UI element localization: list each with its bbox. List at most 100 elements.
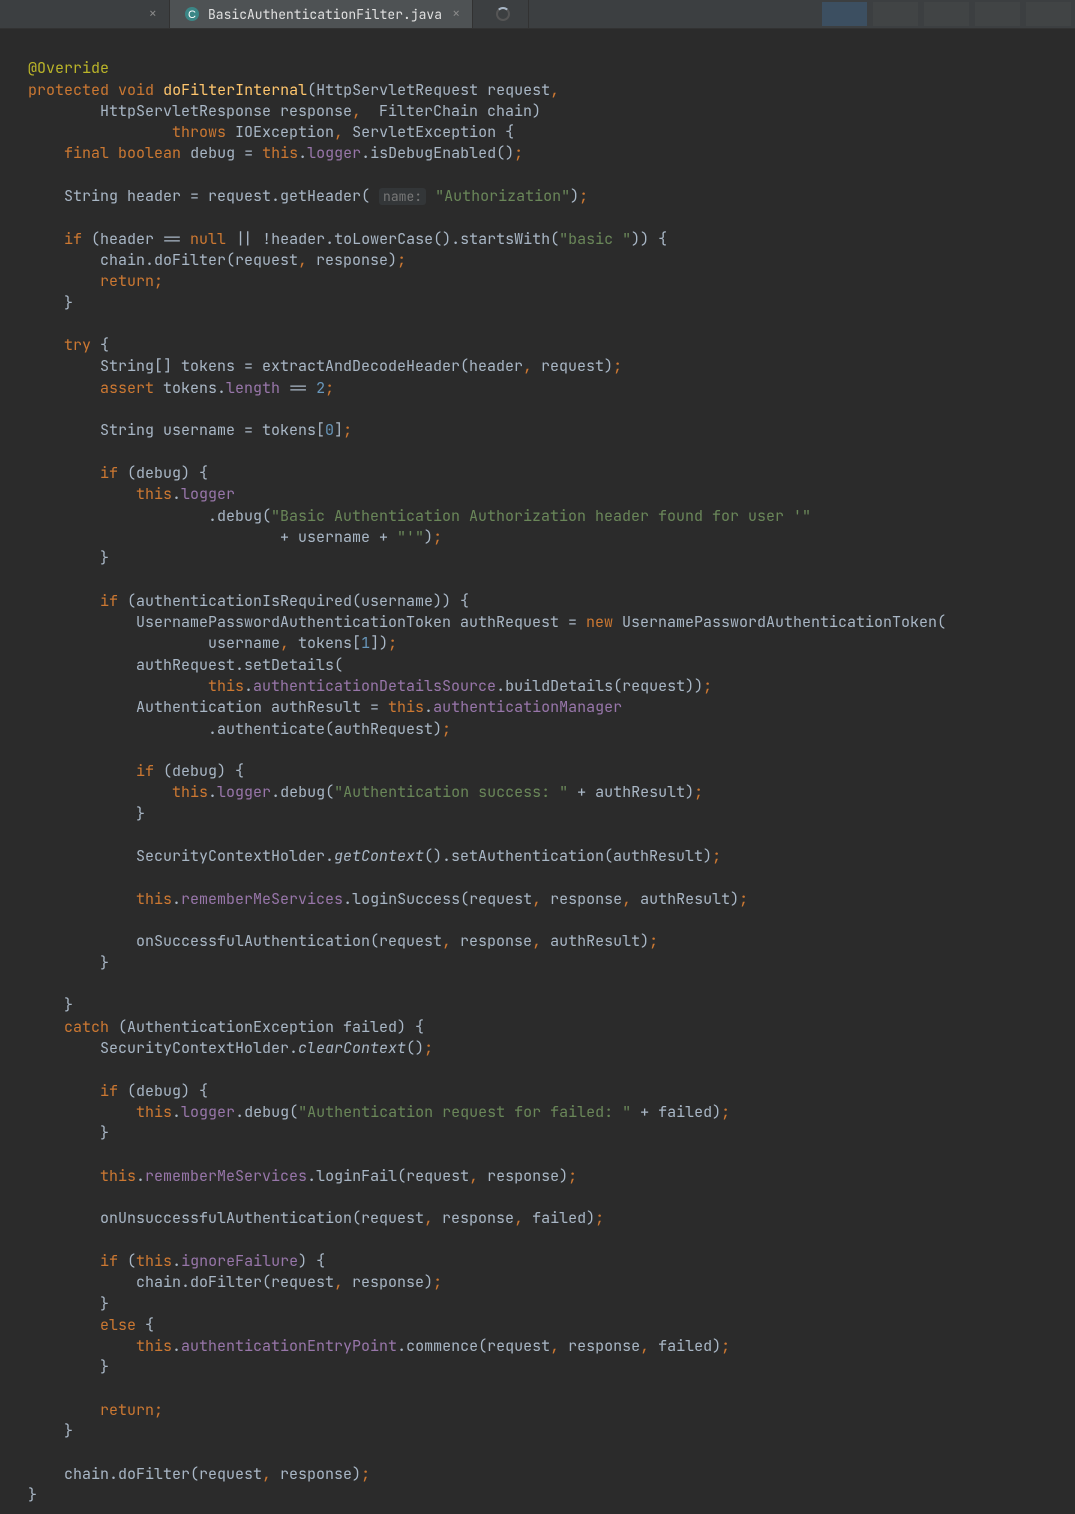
code-token: () (406, 1038, 424, 1058)
code-token: ; (703, 676, 712, 696)
code-token: , (334, 1272, 343, 1292)
code-token: tokens. (154, 378, 226, 398)
code-token: chain.doFilter(request (136, 1272, 334, 1292)
code-token: } (64, 995, 73, 1015)
code-token: username (208, 633, 280, 653)
editor-tab-bar: × C BasicAuthenticationFilter.java × (0, 0, 1075, 29)
parameter-hint: name: (379, 188, 426, 205)
code-token: } (136, 804, 145, 824)
code-token: authenticationDetailsSource (253, 676, 496, 696)
code-token: ; (424, 1038, 433, 1058)
code-token: . (172, 484, 181, 504)
code-token: } (64, 1421, 73, 1441)
code-token: doFilterInternal (163, 80, 307, 100)
code-token: response (451, 931, 532, 951)
code-token: ; (433, 1272, 442, 1292)
code-token: rememberMeServices (181, 889, 343, 909)
code-token: (debug) { (118, 1081, 208, 1101)
tab-loading[interactable] (473, 0, 529, 28)
tab-basic-authentication-filter[interactable]: C BasicAuthenticationFilter.java × (170, 0, 473, 28)
code-token: this (262, 143, 298, 163)
code-token: (debug) { (118, 463, 208, 483)
code-token: final (64, 143, 109, 163)
code-token: getContext (334, 846, 424, 866)
code-token: } (100, 1294, 109, 1314)
code-token: || !header.toLowerCase().startsWith( (226, 229, 559, 249)
code-token: ; (739, 889, 748, 909)
code-token: ServletException { (343, 122, 514, 142)
toolbar-button[interactable] (822, 2, 867, 26)
code-token: == (280, 378, 316, 398)
code-token: this (136, 889, 172, 909)
code-token: response (433, 1208, 514, 1228)
code-editor[interactable]: @Override protected void doFilterInterna… (0, 29, 1075, 1514)
code-token: length (226, 378, 280, 398)
code-token: assert (100, 378, 154, 398)
code-token: } (64, 293, 73, 313)
toolbar-button[interactable] (924, 2, 969, 26)
code-token: return; (100, 271, 163, 291)
code-token: this (136, 1336, 172, 1356)
toolbar-button[interactable] (975, 2, 1020, 26)
code-token: null (190, 229, 226, 249)
code-token: . (172, 1102, 181, 1122)
code-token: .isDebugEnabled() (361, 143, 514, 163)
code-token: IOException (226, 122, 334, 142)
code-token: ; (613, 356, 622, 376)
code-token: Authentication authResult = (136, 697, 388, 717)
code-token: ; (712, 846, 721, 866)
code-token: ; (721, 1336, 730, 1356)
code-token: , (622, 889, 631, 909)
code-token: , (532, 889, 541, 909)
toolbar-button[interactable] (1026, 2, 1071, 26)
code-token: ; (568, 1166, 577, 1186)
close-icon[interactable]: × (147, 5, 159, 23)
code-token: .buildDetails(request)) (496, 676, 703, 696)
code-token: , (514, 1208, 523, 1228)
code-token: ; (343, 420, 352, 440)
code-token: "basic " (559, 229, 631, 249)
code-token: ; (579, 186, 588, 206)
code-token: ; (649, 931, 658, 951)
code-token: if (64, 229, 82, 249)
code-token: .debug( (208, 506, 271, 526)
code-token: authenticationEntryPoint (181, 1336, 397, 1356)
code-token: authResult) (631, 889, 739, 909)
code-token: onSuccessfulAuthentication(request (136, 931, 442, 951)
code-token: , (523, 356, 532, 376)
code-token: (HttpServletRequest request (307, 80, 550, 100)
toolbar-button[interactable] (873, 2, 918, 26)
code-token: logger (217, 782, 271, 802)
code-token: , (532, 931, 541, 951)
code-token: ; (325, 378, 334, 398)
code-token: ( (118, 1251, 136, 1271)
code-token: , (442, 931, 451, 951)
code-token: 1 (361, 633, 370, 653)
code-token: ) (424, 527, 433, 547)
code-token: response) (307, 250, 397, 270)
code-token: ] (334, 420, 343, 440)
code-token: String username = tokens[ (100, 420, 325, 440)
code-token: ; (514, 143, 523, 163)
code-token: void (118, 80, 154, 100)
java-class-icon: C (184, 6, 200, 22)
code-token: this (136, 1102, 172, 1122)
code-token: )) { (631, 229, 667, 249)
code-token: ; (361, 1464, 370, 1484)
code-token: try (64, 335, 91, 355)
code-token: , (298, 250, 307, 270)
code-token: failed) (523, 1208, 595, 1228)
close-icon[interactable]: × (450, 5, 462, 23)
tab-label: BasicAuthenticationFilter.java (208, 6, 442, 23)
code-token: .loginSuccess(request (343, 889, 532, 909)
code-token: + failed) (631, 1102, 721, 1122)
code-token: , (352, 101, 361, 121)
code-token: , (550, 1336, 559, 1356)
code-token: (authenticationIsRequired(username)) { (118, 591, 469, 611)
code-token: throws (172, 122, 226, 142)
code-token: return; (100, 1400, 163, 1420)
tab-inactive[interactable]: × (0, 0, 170, 28)
code-token: response) (343, 1272, 433, 1292)
code-token: ; (397, 250, 406, 270)
code-token: (header == (82, 229, 190, 249)
